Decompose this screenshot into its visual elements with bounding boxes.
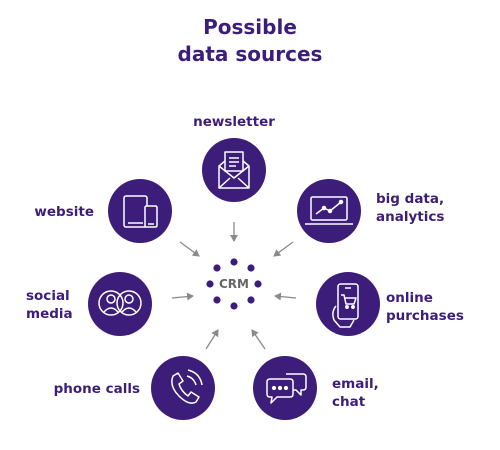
label-big-data: big data, analytics — [376, 190, 486, 226]
source-email-chat — [253, 356, 317, 420]
label-website-line-1: website — [34, 204, 94, 220]
label-social-media: social media — [26, 287, 86, 323]
arrow-social-media — [171, 292, 194, 301]
label-email-chat: email, chat — [332, 375, 402, 411]
label-email-chat-line-2: chat — [332, 394, 366, 410]
label-social-media-line-1: social — [26, 288, 70, 304]
label-phone-calls: phone calls — [20, 380, 140, 398]
label-website: website — [14, 203, 94, 221]
crm-dot — [247, 264, 255, 272]
crm-dot — [213, 296, 221, 304]
label-newsletter-line-1: newsletter — [193, 114, 275, 130]
source-online-purchases — [316, 272, 380, 336]
crm-hub: CRM — [206, 258, 262, 310]
label-online-purchases-line-1: online — [386, 290, 433, 306]
label-phone-calls-line-1: phone calls — [53, 381, 140, 397]
source-social-media — [88, 272, 152, 336]
arrow-big-data — [273, 241, 294, 257]
crm-dot — [230, 258, 238, 266]
label-newsletter: newsletter — [184, 113, 284, 131]
crm-label: CRM — [219, 277, 249, 291]
label-social-media-line-2: media — [26, 306, 73, 322]
label-big-data-line-2: analytics — [376, 209, 445, 225]
label-online-purchases: online purchases — [386, 289, 496, 325]
crm-dot — [213, 264, 221, 272]
source-website — [108, 179, 172, 243]
arrow-online-purchases — [274, 292, 297, 301]
source-phone-calls — [151, 356, 215, 420]
source-newsletter — [202, 138, 266, 202]
crm-dot — [230, 302, 238, 310]
arrow-website — [179, 241, 200, 257]
label-email-chat-line-1: email, — [332, 376, 379, 392]
arrow-email-chat — [251, 329, 266, 350]
crm-dot — [254, 280, 262, 288]
label-big-data-line-1: big data, — [376, 191, 445, 207]
label-online-purchases-line-2: purchases — [386, 308, 464, 324]
crm-dot — [247, 296, 255, 304]
crm-dot — [206, 280, 214, 288]
arrow-phone-calls — [205, 329, 219, 350]
source-big-data — [297, 179, 361, 243]
